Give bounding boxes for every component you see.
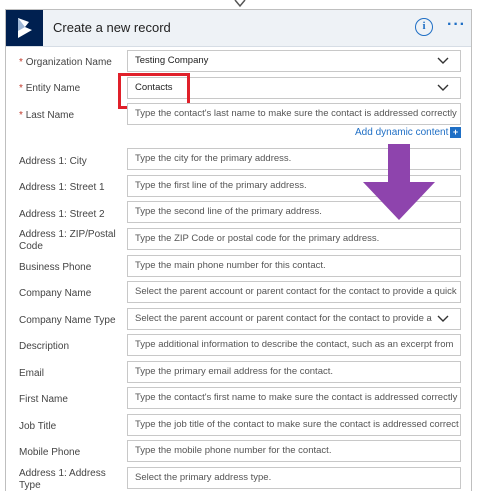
- plus-icon[interactable]: +: [450, 127, 461, 138]
- company-name-type-value: Select the parent account or parent cont…: [135, 313, 432, 324]
- mobile-phone-field[interactable]: Type the mobile phone number for the con…: [127, 440, 461, 462]
- card-title: Create a new record: [53, 20, 171, 35]
- chevron-down-icon: [437, 315, 449, 322]
- company-name-field[interactable]: Select the parent account or parent cont…: [127, 281, 461, 303]
- chevron-down-icon: [437, 84, 449, 91]
- address1-type-label: Address 1: Address Type: [19, 468, 106, 491]
- first-name-label: First Name: [19, 394, 68, 405]
- description-label: Description: [19, 341, 70, 352]
- company-name-type-label: Company Name Type: [19, 315, 116, 326]
- business-phone-label: Business Phone: [19, 262, 92, 273]
- company-name-label: Company Name: [19, 288, 92, 299]
- last-name-field[interactable]: Type the contact's last name to make sur…: [127, 103, 461, 125]
- job-title-label: Job Title: [19, 421, 57, 432]
- info-icon[interactable]: i: [415, 18, 433, 36]
- dynamics-logo-icon: [6, 10, 43, 46]
- chevron-down-icon: [437, 57, 449, 64]
- job-title-field[interactable]: Type the job title of the contact to mak…: [127, 414, 461, 436]
- description-field[interactable]: Type additional information to describe …: [127, 334, 461, 356]
- first-name-field[interactable]: Type the contact's first name to make su…: [127, 387, 461, 409]
- address1-city-label: Address 1: City: [19, 156, 87, 167]
- company-name-type-select[interactable]: Select the parent account or parent cont…: [127, 308, 461, 330]
- organization-name-label: * Organization Name: [19, 57, 112, 68]
- card-header[interactable]: Create a new record i ···: [6, 10, 471, 47]
- mobile-phone-label: Mobile Phone: [19, 447, 81, 458]
- business-phone-field[interactable]: Type the main phone number for this cont…: [127, 255, 461, 277]
- create-record-card: Create a new record i ··· * Organization…: [5, 9, 472, 491]
- organization-name-value: Testing Company: [135, 55, 209, 66]
- last-name-label: * Last Name: [19, 110, 75, 121]
- organization-name-select[interactable]: Testing Company: [127, 50, 461, 72]
- address1-zip-field[interactable]: Type the ZIP Code or postal code for the…: [127, 228, 461, 250]
- address1-street1-label: Address 1: Street 1: [19, 182, 105, 193]
- more-options-icon[interactable]: ···: [447, 16, 466, 34]
- email-label: Email: [19, 368, 45, 379]
- add-dynamic-content-link[interactable]: Add dynamic content: [355, 127, 448, 138]
- annotation-arrow-icon: [363, 144, 435, 220]
- address1-street2-label: Address 1: Street 2: [19, 209, 105, 220]
- address1-type-field[interactable]: Select the primary address type.: [127, 467, 461, 489]
- entity-name-label: * Entity Name: [19, 83, 81, 94]
- email-field[interactable]: Type the primary email address for the c…: [127, 361, 461, 383]
- address1-zip-label: Address 1: ZIP/Postal Code: [19, 229, 116, 252]
